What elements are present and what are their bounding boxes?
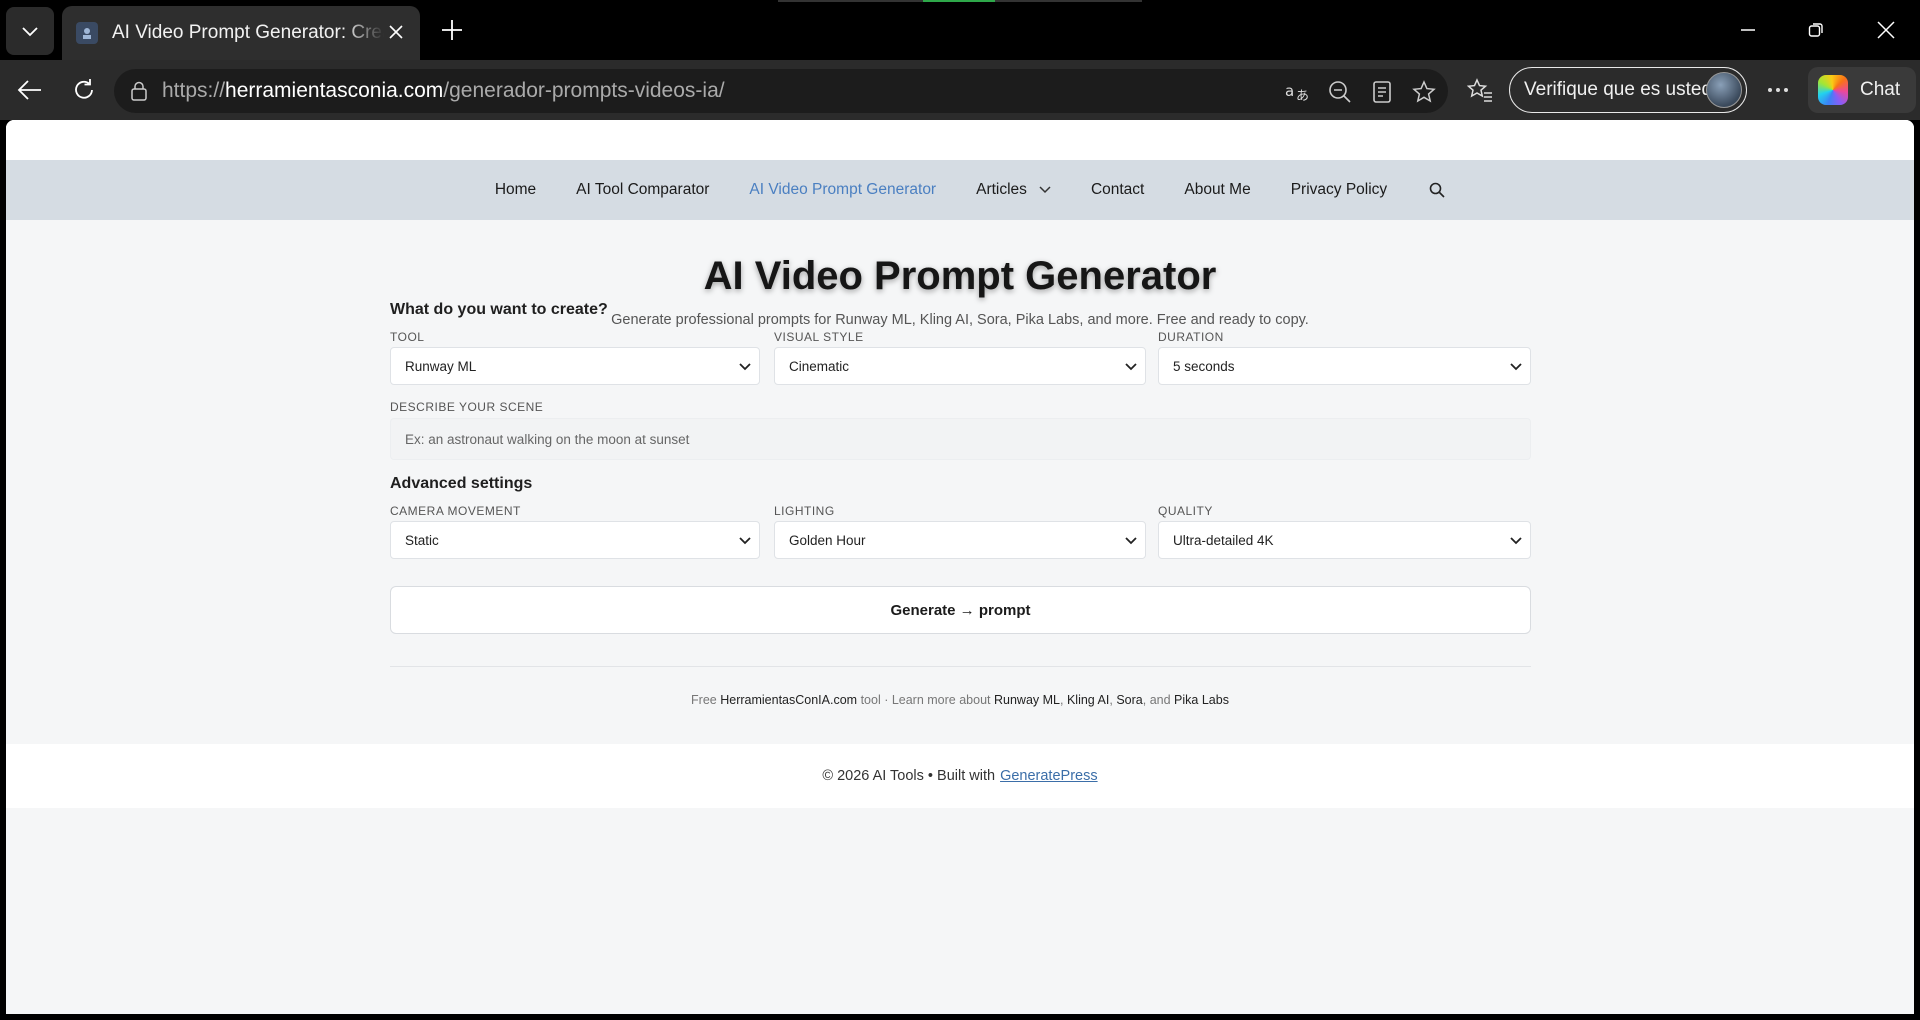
nav-item-contact[interactable]: Contact [1091,181,1144,199]
visual-style-select-value: Cinematic [789,358,850,374]
tool-attribution-note: Free HerramientasConIA.com tool · Learn … [691,693,1229,707]
more-options-button[interactable] [1762,74,1794,106]
back-arrow-icon [17,80,41,100]
page-viewport: Home AI Tool Comparator AI Video Prompt … [6,120,1914,1014]
minimize-button[interactable] [1728,10,1768,50]
minimize-icon [1741,29,1755,31]
footer-text: © 2026 AI Tools • Built with [822,768,996,784]
close-window-button[interactable] [1866,10,1906,50]
note-prefix: Free [691,693,717,707]
tool-label: TOOL [390,330,425,344]
restore-icon [1808,23,1823,37]
copilot-chat-button[interactable]: Chat [1808,67,1916,113]
ellipsis-icon [1768,88,1788,92]
page-top-strip [6,120,1914,160]
refresh-button[interactable] [66,72,102,108]
chat-label: Chat [1860,79,1901,100]
new-tab-button[interactable] [434,12,470,48]
duration-label: DURATION [1158,330,1224,344]
scene-label: DESCRIBE YOUR SCENE [390,400,544,414]
quality-label: QUALITY [1158,504,1213,518]
address-bar[interactable]: https://herramientasconia.com/generador-… [114,69,1448,113]
chevron-down-icon [1039,186,1051,194]
note-link-sora[interactable]: Sora [1116,693,1142,707]
nav-item-home[interactable]: Home [495,181,536,199]
restore-button[interactable] [1796,10,1836,50]
svg-text:あ: あ [1296,89,1309,103]
close-icon [1877,21,1895,39]
chevron-down-icon [1123,533,1139,549]
lock-icon[interactable] [128,80,150,102]
section-heading-create: What do you want to create? [390,301,608,318]
chevron-down-icon [1508,359,1524,375]
tool-select-value: Runway ML [405,358,477,374]
chevron-down-icon [737,359,753,375]
nav-item-articles-label: Articles [976,181,1027,198]
lighting-select-value: Golden Hour [789,532,866,548]
profile-label: Verifique que es usted [1524,79,1713,100]
quality-select[interactable]: Ultra-detailed 4K [1158,521,1531,559]
favorite-star-icon[interactable] [1410,78,1438,106]
camera-movement-select-value: Static [405,532,439,548]
browser-toolbar: https://herramientasconia.com/generador-… [0,60,1920,120]
camera-movement-select[interactable]: Static [390,521,760,559]
visual-style-label: VISUAL STYLE [774,330,864,344]
generate-prompt-button[interactable]: Generate → prompt [390,586,1531,634]
zoom-out-icon[interactable] [1326,78,1354,106]
chevron-down-icon [737,533,753,549]
lighting-select[interactable]: Golden Hour [774,521,1146,559]
avatar [1706,72,1742,108]
note-and: and [1149,693,1171,707]
nav-item-ai-tool-comparator[interactable]: AI Tool Comparator [576,181,709,199]
site-navigation: Home AI Tool Comparator AI Video Prompt … [6,160,1914,220]
plus-icon [442,20,462,40]
nav-item-ai-video-prompt-generator[interactable]: AI Video Prompt Generator [749,181,936,199]
reading-view-icon[interactable] [1368,78,1396,106]
camera-movement-label: CAMERA MOVEMENT [390,504,521,518]
page-title: AI Video Prompt Generator [703,254,1217,298]
favorites-icon [1467,78,1492,102]
browser-titlebar: AI Video Prompt Generator: Create [0,0,1920,60]
profile-verify-button[interactable]: Verifique que es usted [1509,67,1747,113]
tab-title: AI Video Prompt Generator: Create [112,22,384,43]
duration-select-value: 5 seconds [1173,358,1235,374]
site-favicon-icon [76,22,98,44]
favorites-button[interactable] [1462,72,1498,108]
tab-actions-button[interactable] [6,7,54,55]
quality-select-value: Ultra-detailed 4K [1173,532,1274,548]
note-link-runway[interactable]: Runway ML [994,693,1060,707]
visual-style-select[interactable]: Cinematic [774,347,1146,385]
copilot-icon [1818,75,1848,105]
nav-item-about-me[interactable]: About Me [1184,181,1250,199]
note-link-pika[interactable]: Pika Labs [1174,693,1229,707]
refresh-icon [75,79,93,99]
chevron-down-icon [22,27,38,37]
note-link-kling[interactable]: Kling AI [1067,693,1109,707]
loading-bar [778,0,1142,2]
note-site-link[interactable]: HerramientasConIA.com [720,693,857,707]
chevron-down-icon [1508,533,1524,549]
site-footer: © 2026 AI Tools • Built with GeneratePre… [6,744,1914,808]
chevron-down-icon [1123,359,1139,375]
section-heading-advanced: Advanced settings [390,475,533,492]
page-subtitle: Generate professional prompts for Runway… [611,312,1309,328]
translate-icon[interactable]: aあ [1284,78,1312,106]
tool-select[interactable]: Runway ML [390,347,760,385]
scene-description-input[interactable] [390,418,1531,460]
svg-text:a: a [1285,82,1294,100]
nav-item-articles[interactable]: Articles [976,181,1051,199]
search-icon[interactable] [1429,182,1445,198]
lighting-label: LIGHTING [774,504,835,518]
footer-generatepress-link[interactable]: GeneratePress [1000,768,1098,784]
close-tab-icon[interactable] [386,22,406,42]
note-middle: tool · Learn more about [860,693,991,707]
url-text[interactable]: https://herramientasconia.com/generador-… [162,79,725,103]
duration-select[interactable]: 5 seconds [1158,347,1531,385]
browser-tab-active[interactable]: AI Video Prompt Generator: Create [62,6,420,60]
nav-item-privacy-policy[interactable]: Privacy Policy [1291,181,1387,199]
back-button[interactable] [12,72,48,108]
divider [390,666,1531,667]
